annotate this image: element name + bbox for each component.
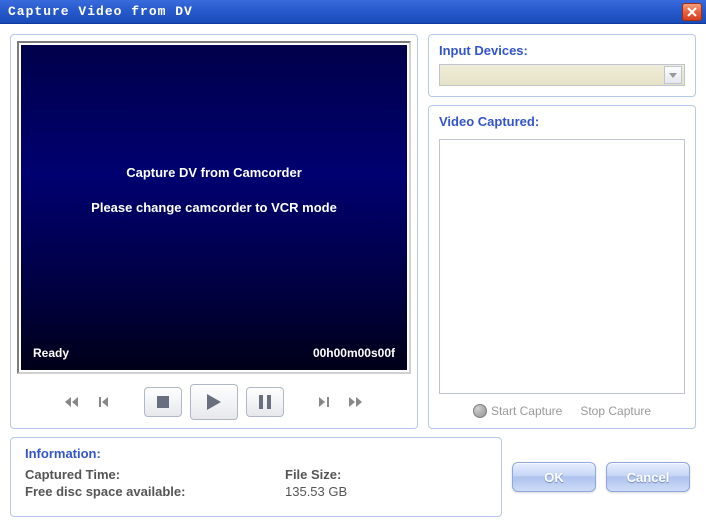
fast-forward-icon xyxy=(349,397,363,407)
file-size-label: File Size: xyxy=(285,467,487,482)
input-devices-group: Input Devices: xyxy=(428,34,696,97)
play-button[interactable] xyxy=(190,384,238,420)
info-grid: Captured Time: File Size: Free disc spac… xyxy=(25,467,487,499)
action-buttons: OK Cancel xyxy=(512,437,696,517)
close-icon xyxy=(687,7,697,17)
transport-controls xyxy=(17,382,411,422)
step-forward-button[interactable] xyxy=(312,391,336,413)
free-space-label: Free disc space available: xyxy=(25,484,285,499)
video-frame: Capture DV from Camcorder Please change … xyxy=(17,41,411,374)
cancel-button[interactable]: Cancel xyxy=(606,462,690,492)
stop-button[interactable] xyxy=(144,387,182,417)
video-captured-label: Video Captured: xyxy=(439,114,685,129)
rewind-button[interactable] xyxy=(60,391,84,413)
step-back-button[interactable] xyxy=(92,391,116,413)
pause-icon xyxy=(259,395,271,409)
start-capture-label: Start Capture xyxy=(491,404,562,418)
step-forward-icon xyxy=(319,397,329,407)
stop-capture-button[interactable]: Stop Capture xyxy=(580,404,651,418)
ok-button[interactable]: OK xyxy=(512,462,596,492)
play-icon xyxy=(207,394,221,410)
video-status: Ready xyxy=(33,346,69,360)
information-header: Information: xyxy=(25,446,487,461)
fast-forward-button[interactable] xyxy=(344,391,368,413)
content-area: Capture DV from Camcorder Please change … xyxy=(0,24,706,532)
stop-icon xyxy=(157,396,169,408)
chevron-down-icon xyxy=(669,73,677,78)
video-message-2: Please change camcorder to VCR mode xyxy=(91,200,337,215)
stop-capture-label: Stop Capture xyxy=(580,404,651,418)
close-button[interactable] xyxy=(682,3,702,21)
record-icon xyxy=(473,404,487,418)
free-space-value: 135.53 GB xyxy=(285,484,487,499)
right-panel: Input Devices: Video Captured: Start Cap… xyxy=(428,34,696,429)
video-panel: Capture DV from Camcorder Please change … xyxy=(10,34,418,429)
video-message-1: Capture DV from Camcorder xyxy=(126,165,302,180)
pause-button[interactable] xyxy=(246,387,284,417)
rewind-icon xyxy=(65,397,79,407)
input-devices-combo[interactable] xyxy=(439,64,685,86)
input-devices-label: Input Devices: xyxy=(439,43,685,58)
top-row: Capture DV from Camcorder Please change … xyxy=(10,34,696,429)
information-group: Information: Captured Time: File Size: F… xyxy=(10,437,502,517)
captured-list[interactable] xyxy=(439,139,685,394)
capture-buttons: Start Capture Stop Capture xyxy=(439,404,685,418)
step-back-icon xyxy=(99,397,109,407)
video-preview: Capture DV from Camcorder Please change … xyxy=(21,45,407,370)
titlebar: Capture Video from DV xyxy=(0,0,706,24)
video-captured-group: Video Captured: Start Capture Stop Captu… xyxy=(428,105,696,429)
captured-time-label: Captured Time: xyxy=(25,467,285,482)
window-title: Capture Video from DV xyxy=(8,4,193,19)
bottom-row: Information: Captured Time: File Size: F… xyxy=(10,437,696,517)
video-timecode: 00h00m00s00f xyxy=(313,346,395,360)
combo-arrow xyxy=(664,66,682,84)
start-capture-button[interactable]: Start Capture xyxy=(473,404,562,418)
